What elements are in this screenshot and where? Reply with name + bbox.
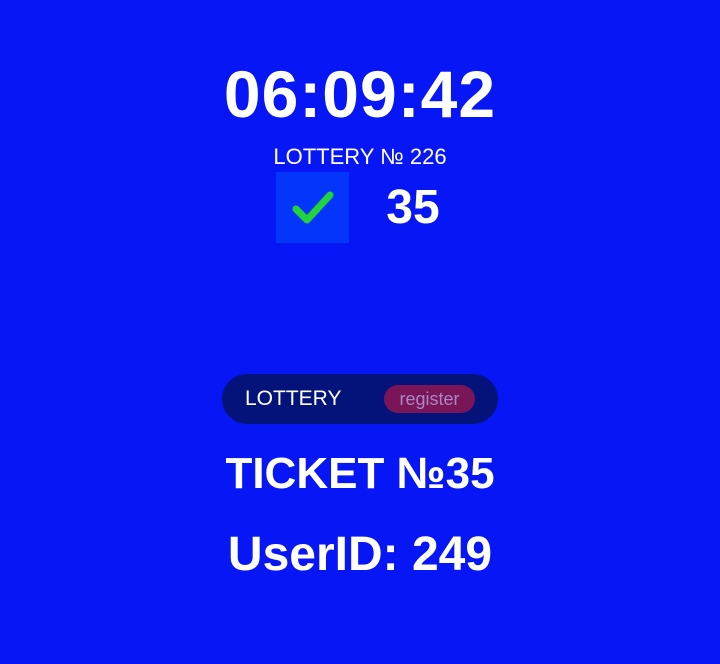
countdown-timer: 06:09:42 <box>223 57 497 131</box>
register-button[interactable]: register <box>384 385 475 413</box>
ticket-count: 35 <box>386 181 440 234</box>
lottery-number-label: LOTTERY № 226 <box>273 144 447 169</box>
user-id-label: UserID: 249 <box>227 528 493 581</box>
checkmark-icon <box>292 191 333 223</box>
lottery-bar-label: LOTTERY <box>245 387 342 410</box>
lottery-register-bar: LOTTERY register <box>222 374 498 424</box>
ticket-title: TICKET №35 <box>225 449 495 498</box>
lottery-status-box <box>276 172 349 243</box>
